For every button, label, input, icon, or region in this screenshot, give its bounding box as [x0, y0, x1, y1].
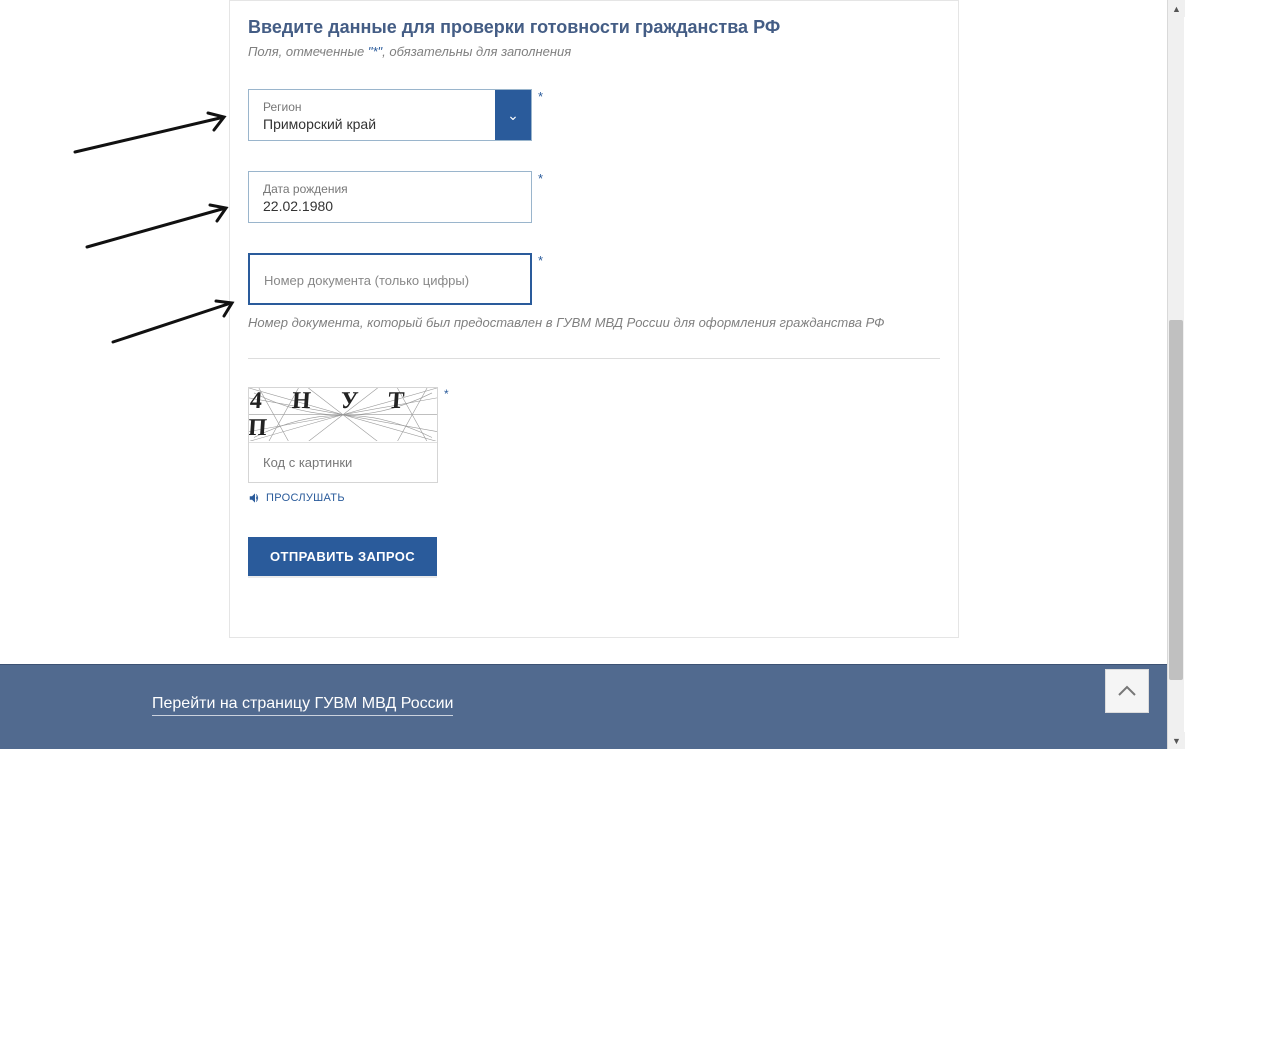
dob-field-row: Дата рождения 22.02.1980 * [248, 171, 532, 223]
captcha-input-label: Код с картинки [263, 455, 352, 470]
page-viewport: ▲ ▼ Введите данные для проверки готовнос… [0, 0, 1184, 749]
required-asterisk: * [538, 171, 543, 186]
dob-input[interactable]: Дата рождения 22.02.1980 [248, 171, 532, 223]
captcha-glyphs: 4 Н У Т П [249, 388, 437, 442]
region-select[interactable]: Регион Приморский край ⌄ [248, 89, 532, 141]
dob-value: 22.02.1980 [263, 198, 517, 214]
dob-text: Дата рождения 22.02.1980 [249, 172, 531, 222]
subtitle-text-post: , обязательны для заполнения [382, 44, 571, 59]
form-subtitle: Поля, отмеченные "*", обязательны для за… [248, 44, 940, 59]
required-asterisk: * [538, 253, 543, 268]
region-value: Приморский край [263, 116, 481, 132]
scroll-down-arrow-icon[interactable]: ▼ [1168, 732, 1185, 749]
required-asterisk: * [538, 89, 543, 104]
subtitle-text-pre: Поля, отмеченные [248, 44, 368, 59]
captcha-box: 4 Н У Т П Код с картинки [248, 387, 438, 483]
vertical-scrollbar[interactable]: ▲ ▼ [1167, 0, 1184, 749]
scrollbar-thumb[interactable] [1169, 320, 1183, 680]
captcha-image: 4 Н У Т П [249, 388, 437, 442]
doc-field-row: Номер документа (только цифры) * [248, 253, 532, 305]
chevron-down-icon: ⌄ [507, 107, 519, 124]
footer-bar: Перейти на страницу ГУВМ МВД России [0, 664, 1167, 749]
captcha-listen-link[interactable]: ПРОСЛУШАТЬ [248, 491, 940, 505]
annotation-arrow-3 [108, 290, 248, 355]
region-text: Регион Приморский край [249, 90, 495, 140]
doc-help-text: Номер документа, который был предоставле… [248, 315, 940, 330]
annotation-arrow-2 [82, 195, 242, 260]
required-asterisk: * [444, 387, 449, 401]
form-divider [248, 358, 940, 359]
footer-link[interactable]: Перейти на страницу ГУВМ МВД России [152, 695, 453, 716]
doc-label: Номер документа (только цифры) [264, 273, 516, 288]
form-title: Введите данные для проверки готовности г… [248, 17, 940, 38]
submit-button[interactable]: ОТПРАВИТЬ ЗАПРОС [248, 537, 437, 576]
asterisk-mark: "*" [368, 44, 382, 59]
doc-text: Номер документа (только цифры) [250, 255, 530, 303]
chevron-up-icon [1117, 684, 1137, 698]
scroll-up-arrow-icon[interactable]: ▲ [1168, 0, 1185, 17]
listen-label: ПРОСЛУШАТЬ [266, 492, 345, 504]
scroll-to-top-button[interactable] [1105, 669, 1149, 713]
region-label: Регион [263, 100, 481, 114]
dob-label: Дата рождения [263, 182, 517, 196]
form-card: Введите данные для проверки готовности г… [229, 0, 959, 638]
region-field-row: Регион Приморский край ⌄ * [248, 89, 532, 141]
doc-number-input[interactable]: Номер документа (только цифры) [248, 253, 532, 305]
region-dropdown-button[interactable]: ⌄ [495, 90, 531, 140]
captcha-block: 4 Н У Т П Код с картинки * [248, 387, 940, 483]
annotation-arrow-1 [70, 100, 240, 165]
speaker-icon [248, 491, 262, 505]
captcha-input[interactable]: Код с картинки [249, 442, 437, 482]
